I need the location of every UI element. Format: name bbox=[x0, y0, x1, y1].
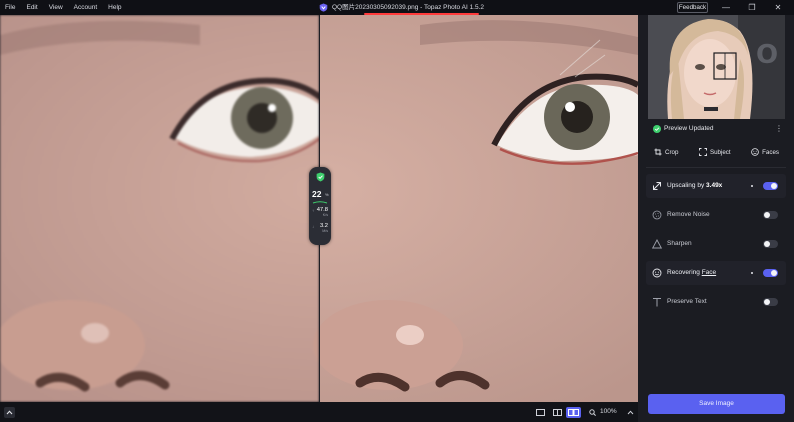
feature-remove-noise[interactable]: Remove Noise bbox=[646, 203, 786, 227]
sharpen-toggle[interactable] bbox=[763, 240, 778, 248]
enhanced-face-image bbox=[319, 15, 638, 402]
maximize-button[interactable]: ❐ bbox=[742, 0, 762, 15]
feature-recover-face-indicator bbox=[751, 272, 753, 274]
feature-upscale-indicator bbox=[751, 185, 753, 187]
side-by-side-icon bbox=[553, 409, 562, 416]
split-view-button[interactable] bbox=[566, 407, 581, 418]
tool-tabs: Crop Subject Faces bbox=[648, 141, 785, 163]
feature-sharpen-label: Sharpen bbox=[667, 240, 692, 247]
panel-divider bbox=[646, 167, 786, 168]
processing-stats-pill[interactable]: 22 % ↑ 47.8 K/s ↓ 3.2 M/s bbox=[309, 167, 331, 245]
feature-sharpen[interactable]: Sharpen bbox=[646, 232, 786, 256]
feature-preserve-text-label: Preserve Text bbox=[667, 298, 707, 305]
title-bar: File Edit View Account Help QQ图片20230305… bbox=[0, 0, 794, 15]
menu-file[interactable]: File bbox=[5, 4, 15, 11]
zoom-level[interactable]: 100% bbox=[600, 402, 617, 422]
bottom-toolbar: 100% bbox=[0, 402, 638, 422]
side-by-side-view-button[interactable] bbox=[550, 407, 565, 418]
remove-noise-toggle[interactable] bbox=[763, 211, 778, 219]
shield-check-icon bbox=[316, 172, 325, 182]
image-canvas[interactable]: 22 % ↑ 47.8 K/s ↓ 3.2 M/s bbox=[0, 15, 638, 402]
svg-text:O: O bbox=[756, 40, 778, 70]
cpu-percent: 22 bbox=[312, 189, 322, 199]
enhanced-image-pane[interactable] bbox=[319, 15, 638, 402]
preview-status-row: Preview Updated ⋮ bbox=[648, 119, 785, 139]
text-t-icon bbox=[653, 298, 661, 307]
original-face-image bbox=[0, 15, 319, 402]
menu-bar: File Edit View Account Help bbox=[5, 0, 133, 15]
download-arrow-icon: ↓ bbox=[312, 224, 314, 229]
feature-remove-noise-label: Remove Noise bbox=[667, 211, 710, 218]
feedback-button[interactable]: Feedback bbox=[677, 2, 708, 13]
expand-panel-button[interactable] bbox=[4, 407, 15, 418]
subject-button[interactable]: Subject bbox=[699, 141, 731, 163]
crop-icon bbox=[654, 148, 662, 156]
percent-symbol: % bbox=[325, 192, 329, 197]
feature-upscale[interactable]: Upscaling by 3.49x bbox=[646, 174, 786, 198]
menu-account[interactable]: Account bbox=[74, 4, 98, 11]
menu-edit[interactable]: Edit bbox=[26, 4, 37, 11]
navigator-thumbnail[interactable]: O bbox=[648, 15, 785, 119]
feature-preserve-text[interactable]: Preserve Text bbox=[646, 290, 786, 314]
right-panel: O Preview Updated ⋮ Crop Subject Faces U… bbox=[638, 15, 794, 422]
topaz-logo-icon bbox=[319, 3, 328, 12]
more-options-icon[interactable]: ⋮ bbox=[775, 123, 783, 135]
faces-button[interactable]: Faces bbox=[751, 141, 779, 163]
menu-view[interactable]: View bbox=[49, 4, 63, 11]
close-button[interactable]: ✕ bbox=[768, 0, 788, 15]
zoom-icon[interactable] bbox=[589, 409, 596, 416]
feature-upscale-label: Upscaling by 3.49x bbox=[667, 182, 723, 189]
subject-icon bbox=[699, 148, 707, 156]
original-image-pane[interactable] bbox=[0, 15, 319, 402]
preserve-text-toggle[interactable] bbox=[763, 298, 778, 306]
recover-face-toggle[interactable] bbox=[763, 269, 778, 277]
usage-gauge bbox=[312, 201, 328, 204]
split-view-icon bbox=[568, 409, 579, 416]
upscale-arrow-icon bbox=[653, 182, 661, 190]
feature-recover-face[interactable]: Recovering Face bbox=[646, 261, 786, 285]
single-view-button[interactable] bbox=[533, 407, 548, 418]
zoom-chevron-icon[interactable] bbox=[627, 410, 634, 415]
single-view-icon bbox=[536, 409, 545, 416]
download-speed: ↓ 3.2 M/s bbox=[312, 223, 328, 233]
thumbnail-image: O bbox=[648, 15, 785, 119]
chevron-up-icon bbox=[6, 410, 13, 415]
upscale-toggle[interactable] bbox=[763, 182, 778, 190]
upload-arrow-icon: ↑ bbox=[312, 208, 314, 213]
sharpen-triangle-icon bbox=[652, 239, 662, 249]
crop-button[interactable]: Crop bbox=[654, 141, 678, 163]
check-circle-icon bbox=[653, 125, 661, 133]
minimize-button[interactable]: — bbox=[716, 0, 736, 15]
noise-icon bbox=[652, 210, 662, 220]
faces-icon bbox=[751, 148, 759, 156]
face-smile-icon bbox=[652, 268, 662, 278]
preview-status-text: Preview Updated bbox=[664, 125, 714, 132]
save-image-button[interactable]: Save Image bbox=[648, 394, 785, 414]
menu-help[interactable]: Help bbox=[108, 4, 121, 11]
upload-speed: ↑ 47.8 K/s bbox=[312, 207, 328, 217]
feature-recover-face-label: Recovering Face bbox=[667, 269, 717, 276]
